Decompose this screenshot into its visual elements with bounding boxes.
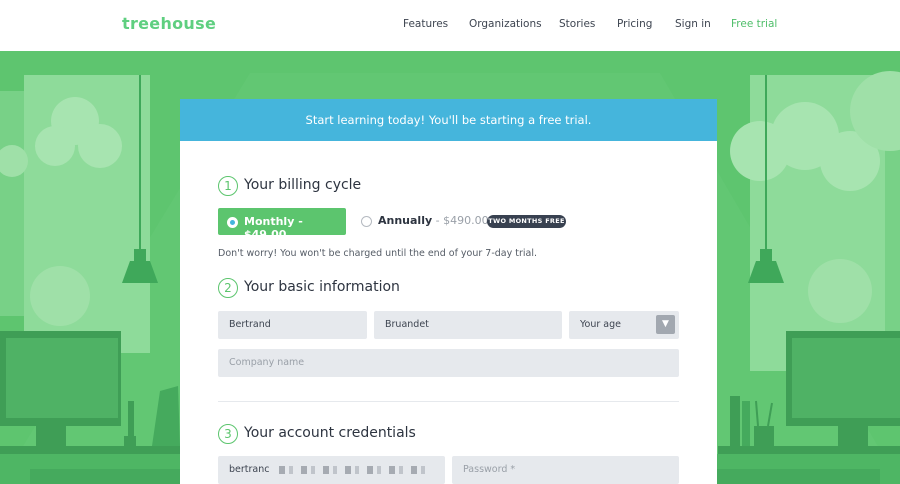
- step-number-3: 3: [218, 424, 238, 444]
- password-input[interactable]: Password *: [452, 456, 679, 484]
- company-name-input[interactable]: Company name: [218, 349, 679, 377]
- age-select-label: Your age: [580, 319, 621, 330]
- basic-info-heading: Your basic information: [244, 279, 400, 295]
- billing-cycle-heading: Your billing cycle: [244, 177, 362, 193]
- treehouse-logo[interactable]: treehouse: [122, 14, 216, 33]
- trial-banner: Start learning today! You'll be starting…: [180, 99, 717, 141]
- section-divider: [218, 401, 679, 402]
- monthly-radio[interactable]: [227, 217, 238, 228]
- top-navigation-bar: treehouse Features Organizations Stories…: [0, 0, 900, 51]
- nav-pricing[interactable]: Pricing: [617, 18, 652, 30]
- trial-note: Don't worry! You won't be charged until …: [218, 248, 538, 259]
- nav-sign-in[interactable]: Sign in: [675, 18, 711, 30]
- first-name-input[interactable]: Bertrand: [218, 311, 367, 339]
- nav-stories[interactable]: Stories: [559, 18, 595, 30]
- annual-label: Annually: [378, 214, 433, 227]
- last-name-input[interactable]: Bruandet: [374, 311, 562, 339]
- two-months-free-badge: TWO MONTHS FREE: [487, 215, 566, 228]
- nav-features[interactable]: Features: [403, 18, 448, 30]
- annual-option[interactable]: Annually - $490.00: [378, 214, 489, 227]
- blurred-email-text: [278, 465, 429, 474]
- email-value: bertranc: [229, 464, 270, 475]
- account-credentials-heading: Your account credentials: [244, 425, 416, 441]
- chevron-down-icon[interactable]: ▼: [656, 315, 675, 334]
- annual-radio[interactable]: [361, 216, 372, 227]
- nav-free-trial[interactable]: Free trial: [731, 18, 777, 30]
- annual-price: - $490.00: [432, 214, 489, 227]
- nav-organizations[interactable]: Organizations: [469, 18, 542, 30]
- email-input[interactable]: bertranc: [218, 456, 445, 484]
- step-number-1: 1: [218, 176, 238, 196]
- step-number-2: 2: [218, 278, 238, 298]
- monthly-option[interactable]: Monthly - $49.00: [218, 208, 346, 241]
- monthly-label: Monthly - $49.00: [244, 215, 303, 241]
